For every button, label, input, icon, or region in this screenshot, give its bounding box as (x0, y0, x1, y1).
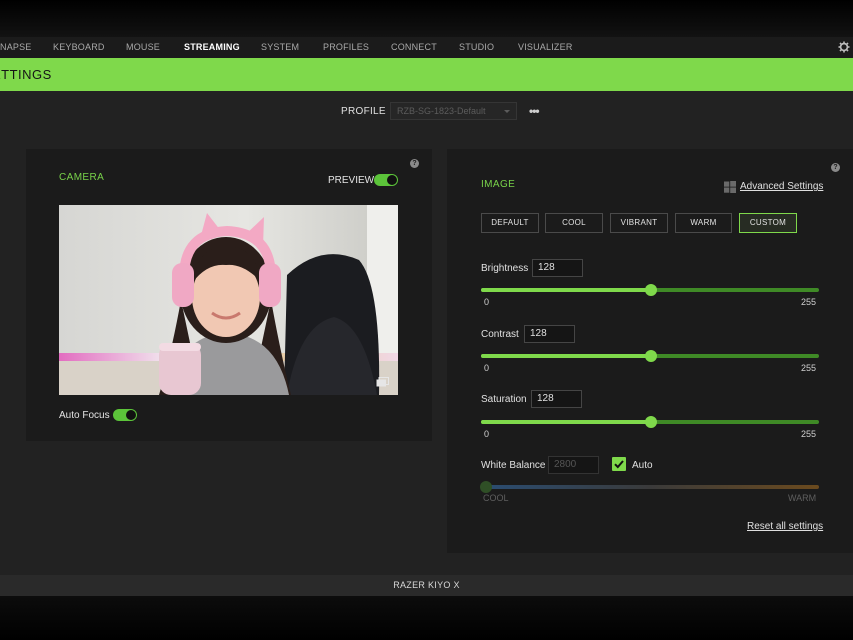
saturation-slider[interactable] (481, 416, 819, 428)
help-icon[interactable]: ? (410, 159, 419, 168)
fullscreen-icon[interactable] (376, 377, 389, 387)
help-icon[interactable]: ? (831, 163, 840, 172)
brightness-slider[interactable] (481, 284, 819, 296)
contrast-slider[interactable] (481, 350, 819, 362)
white-balance-input: 2800 (548, 456, 599, 474)
white-balance-auto-label: Auto (632, 460, 653, 471)
brightness-label: Brightness (481, 263, 529, 274)
white-balance-slider-thumb (480, 481, 492, 493)
saturation-input[interactable]: 128 (531, 390, 582, 408)
nav-tab-synapse[interactable]: NAPSE (0, 37, 32, 58)
preset-custom-button[interactable]: CUSTOM (739, 213, 797, 233)
window-bottom-bar (0, 596, 853, 640)
contrast-max: 255 (801, 363, 817, 373)
more-dots-icon[interactable]: ••• (529, 104, 540, 118)
image-title: IMAGE (481, 179, 516, 190)
contrast-min: 0 (484, 363, 490, 373)
camera-title: CAMERA (59, 172, 105, 183)
white-balance-auto-checkbox[interactable] (612, 457, 626, 471)
brightness-min: 0 (484, 297, 490, 307)
saturation-label: Saturation (481, 394, 527, 405)
preview-toggle[interactable] (374, 174, 398, 186)
brightness-slider-thumb[interactable] (644, 284, 657, 296)
device-name: RAZER KIYO X (393, 580, 460, 590)
image-panel: ? IMAGE Advanced Settings DEFAULT COOL V… (447, 149, 853, 553)
profile-label: PROFILE (341, 106, 386, 117)
advanced-settings-link[interactable]: Advanced Settings (740, 181, 823, 192)
nav-tab-studio[interactable]: STUDIO (459, 37, 494, 58)
main-nav: NAPSE KEYBOARD MOUSE STREAMING SYSTEM PR… (0, 37, 853, 58)
main-content: PROFILE RZB-SG-1823-Default ••• ? CAMERA… (0, 91, 853, 575)
saturation-max: 255 (801, 429, 817, 439)
page-title: ETTINGS (0, 67, 52, 82)
white-balance-warm-label: WARM (788, 493, 817, 503)
white-balance-label: White Balance (481, 460, 546, 471)
contrast-slider-fill (481, 354, 651, 358)
white-balance-slider (480, 481, 819, 493)
camera-preview (59, 205, 398, 395)
section-banner: ETTINGS (0, 58, 853, 91)
white-balance-cool-label: COOL (483, 493, 509, 503)
auto-focus-toggle[interactable] (113, 409, 137, 421)
saturation-slider-fill (481, 420, 651, 424)
chevron-down-icon (504, 110, 510, 113)
saturation-slider-thumb[interactable] (644, 416, 657, 428)
brightness-slider-fill (481, 288, 651, 292)
camera-preview-image (59, 205, 398, 395)
preset-default-button[interactable]: DEFAULT (481, 213, 539, 233)
profile-dropdown[interactable]: RZB-SG-1823-Default (390, 102, 517, 120)
checkmark-icon (614, 460, 624, 469)
contrast-input[interactable]: 128 (524, 325, 575, 343)
brightness-input[interactable]: 128 (532, 259, 583, 277)
nav-tab-visualizer[interactable]: VISUALIZER (518, 37, 573, 58)
saturation-min: 0 (484, 429, 490, 439)
nav-tab-streaming[interactable]: STREAMING (184, 37, 240, 58)
camera-panel: ? CAMERA PREVIEW Auto Focus (26, 149, 432, 441)
preset-warm-button[interactable]: WARM (675, 213, 732, 233)
brightness-max: 255 (801, 297, 817, 307)
reset-all-settings-link[interactable]: Reset all settings (747, 521, 823, 532)
nav-tab-connect[interactable]: CONNECT (391, 37, 437, 58)
profile-selected-value: RZB-SG-1823-Default (397, 106, 486, 116)
windows-icon (724, 181, 736, 193)
nav-tab-keyboard[interactable]: KEYBOARD (53, 37, 105, 58)
preset-vibrant-button[interactable]: VIBRANT (610, 213, 668, 233)
gear-icon[interactable] (838, 41, 850, 53)
contrast-slider-thumb[interactable] (644, 350, 657, 362)
nav-tab-profiles[interactable]: PROFILES (323, 37, 369, 58)
auto-focus-label: Auto Focus (59, 410, 110, 421)
contrast-label: Contrast (481, 329, 519, 340)
nav-tab-mouse[interactable]: MOUSE (126, 37, 160, 58)
preset-cool-button[interactable]: COOL (545, 213, 603, 233)
window-top-bar (0, 0, 853, 37)
device-footer: RAZER KIYO X (0, 575, 853, 596)
nav-tab-system[interactable]: SYSTEM (261, 37, 299, 58)
preview-label: PREVIEW (328, 175, 375, 186)
